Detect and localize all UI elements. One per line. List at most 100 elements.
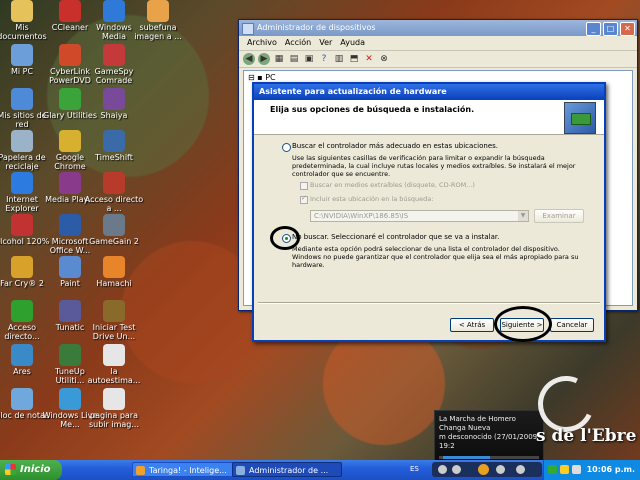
system-tray: 10:06 p.m. — [543, 460, 640, 480]
print-icon[interactable]: ▣ — [303, 53, 315, 65]
menu-accion[interactable]: Acción — [281, 36, 315, 50]
back-arrow-icon[interactable]: ◀ — [243, 53, 255, 65]
desktop-icon[interactable]: pagina para subir imag... — [84, 388, 144, 429]
language-indicator[interactable]: ES — [410, 465, 419, 473]
desktop-icon[interactable]: GameSpy Comrade — [84, 44, 144, 85]
forward-arrow-icon[interactable]: ▶ — [258, 53, 270, 65]
volume-icon[interactable] — [516, 465, 525, 474]
include-location-label: Incluir esta ubicación en la búsqueda: — [310, 195, 434, 203]
tray-app-icon[interactable] — [572, 465, 581, 474]
taskbar-task-devmgr[interactable]: Administrador de ... — [232, 462, 342, 477]
desktop-icon-label: GameSpy Comrade — [94, 67, 134, 85]
network-icon — [11, 88, 33, 110]
desktop-icon-label: TimeShift — [95, 153, 133, 162]
task-label: Administrador de ... — [249, 466, 329, 475]
chevron-down-icon[interactable]: ▼ — [518, 211, 528, 221]
media-taskbar-controls — [432, 462, 542, 477]
browse-button[interactable]: Examinar — [534, 209, 584, 223]
desktop-icon[interactable]: Hamachi — [84, 256, 144, 288]
device-manager-title: Administrador de dispositivos — [257, 23, 376, 32]
desktop-icon[interactable]: subefuna imagen a ... — [128, 0, 188, 41]
disable-icon[interactable]: ⊗ — [378, 53, 390, 65]
firefox-icon — [136, 466, 145, 475]
help-icon[interactable]: ? — [318, 53, 330, 65]
location-path-combobox[interactable]: C:\NVIDIA\WinXP\186.85\IS ▼ — [310, 210, 529, 222]
tunatic-icon — [59, 300, 81, 322]
track-progress[interactable] — [439, 456, 539, 459]
desktop-icon[interactable]: TimeShift — [84, 130, 144, 162]
document-icon — [103, 388, 125, 410]
search-option-radio[interactable] — [282, 143, 291, 152]
properties-icon[interactable]: ▤ — [288, 53, 300, 65]
upload-icon — [147, 0, 169, 22]
removable-media-checkbox[interactable] — [300, 182, 308, 190]
menu-ver[interactable]: Ver — [315, 36, 336, 50]
gamegain-icon — [103, 214, 125, 236]
desktop-icon[interactable]: Shaiya — [84, 88, 144, 120]
desktop-icon-label: Acceso directo a ... — [84, 195, 144, 213]
hardware-wizard-dialog[interactable]: Asistente para actualización de hardware… — [252, 82, 606, 342]
device-manager-icon — [242, 23, 254, 35]
scan-hardware-icon[interactable]: ▥ — [333, 53, 345, 65]
glary-icon — [59, 88, 81, 110]
desktop-icon[interactable]: GameGain 2 — [84, 214, 144, 246]
next-track-icon[interactable] — [496, 465, 505, 474]
tray-app-icon[interactable] — [560, 465, 569, 474]
farcry-icon — [11, 256, 33, 278]
menu-archivo[interactable]: Archivo — [243, 36, 281, 50]
previous-icon[interactable] — [452, 465, 461, 474]
no-search-option-description: Mediante esta opción podrá seleccionar d… — [292, 245, 579, 269]
scribble-circle-radio — [270, 226, 300, 250]
pause-icon[interactable] — [478, 464, 489, 475]
track-album: Changa Nueva — [439, 424, 491, 432]
recycle-bin-icon — [11, 130, 33, 152]
include-location-checkbox[interactable] — [300, 194, 308, 204]
no-search-option-label[interactable]: No buscar. Seleccionaré el controlador q… — [292, 233, 592, 242]
desktop-icon[interactable]: la autoestima... — [84, 344, 144, 385]
desktop-icon[interactable]: Iniciar Test Drive Un... — [84, 300, 144, 341]
timeshift-icon — [103, 130, 125, 152]
toolbar: ◀ ▶ ▦ ▤ ▣ ? ▥ ⬒ ✕ ⊗ — [239, 51, 637, 68]
cancel-button[interactable]: Cancelar — [550, 318, 594, 332]
testdrive-icon — [103, 300, 125, 322]
maximize-button[interactable]: □ — [603, 22, 618, 36]
desktop-icon[interactable]: Acceso directo a ... — [84, 172, 144, 213]
stop-icon[interactable] — [438, 465, 447, 474]
ares-icon — [11, 344, 33, 366]
wizard-titlebar[interactable]: Asistente para actualización de hardware — [254, 84, 604, 100]
minimize-button[interactable]: _ — [586, 22, 601, 36]
tree-root-label: PC — [265, 73, 276, 82]
update-driver-icon[interactable]: ⬒ — [348, 53, 360, 65]
wizard-separator — [258, 302, 600, 304]
desktop-icon-label: Hamachi — [96, 279, 132, 288]
view-icon[interactable]: ▦ — [273, 53, 285, 65]
media-player-popup[interactable]: La Marcha de Homero Changa Nueva m desco… — [434, 410, 544, 464]
powerdvd-icon — [59, 44, 81, 66]
hamachi-icon — [103, 256, 125, 278]
ie-icon — [11, 172, 33, 194]
computer-icon — [11, 44, 33, 66]
search-option-label[interactable]: Buscar el controlador más adecuado en es… — [292, 142, 592, 151]
menu-ayuda[interactable]: Ayuda — [336, 36, 369, 50]
close-button[interactable]: ✕ — [620, 22, 635, 36]
removable-media-label: Buscar en medios extraíbles (disquete, C… — [310, 181, 475, 189]
tree-node-root[interactable]: ⊟ ▪ PC — [248, 73, 276, 82]
media-player-icon — [103, 0, 125, 22]
desktop-icon-label: GameGain 2 — [89, 237, 139, 246]
gamespy-icon — [103, 44, 125, 66]
track-info: m desconocido (27/01/2009 19:2 — [439, 433, 538, 450]
chrome-icon — [59, 130, 81, 152]
windows-flag-icon — [5, 464, 16, 475]
device-manager-titlebar[interactable]: Administrador de dispositivos _ □ ✕ — [239, 20, 637, 36]
start-button[interactable]: Inicio — [0, 460, 62, 480]
wizard-header: Elija sus opciones de búsqueda e instala… — [254, 100, 604, 135]
messenger-icon — [59, 388, 81, 410]
back-button[interactable]: < Atrás — [450, 318, 494, 332]
menu-bar: Archivo Acción Ver Ayuda — [239, 36, 637, 51]
scribble-circle-next — [494, 306, 552, 342]
paint-icon — [59, 256, 81, 278]
tray-app-icon[interactable] — [548, 465, 557, 474]
clock[interactable]: 10:06 p.m. — [587, 460, 635, 480]
taskbar-task-taringa[interactable]: Taringa! - Intelige... — [132, 462, 242, 477]
uninstall-icon[interactable]: ✕ — [363, 53, 375, 65]
